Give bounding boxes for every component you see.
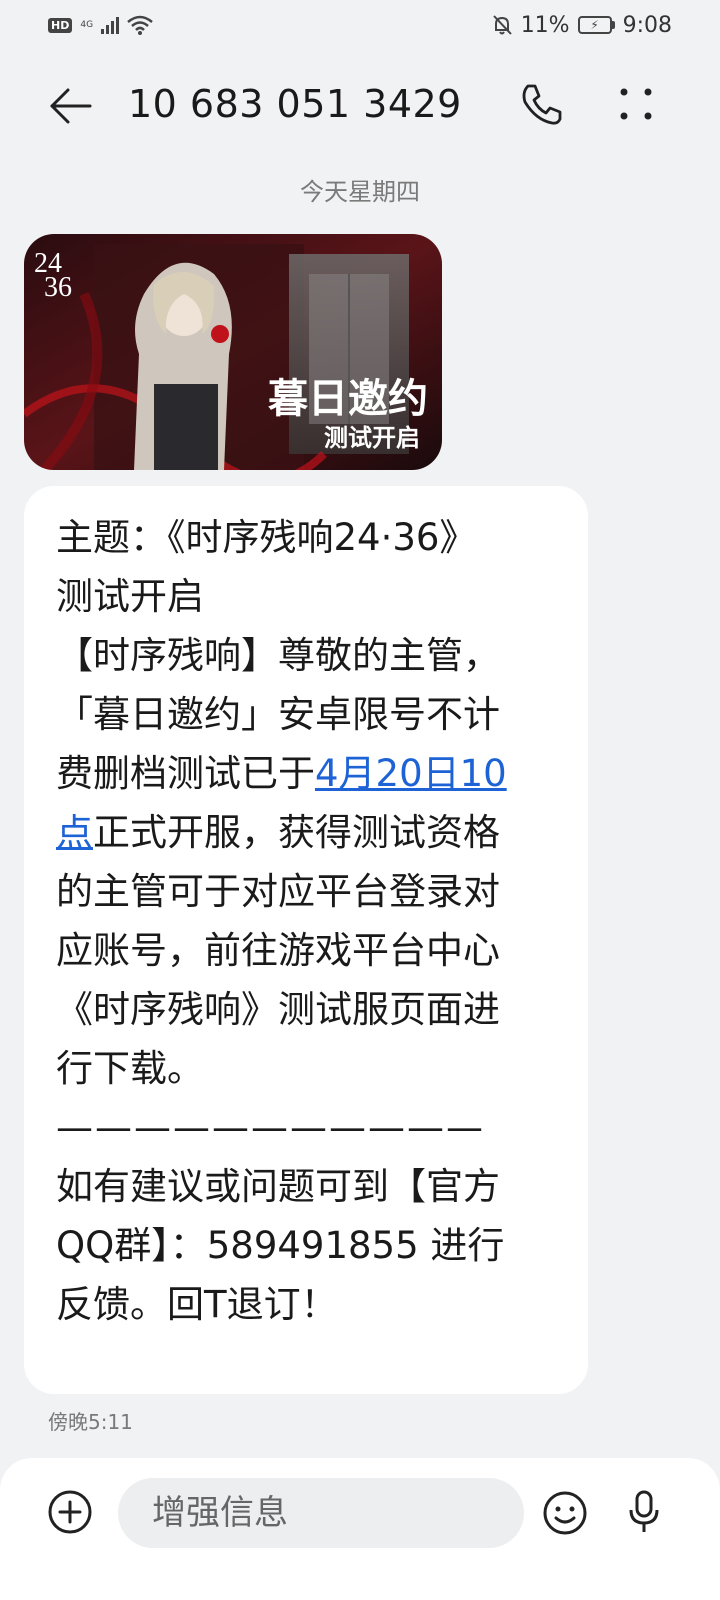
- message-bubble[interactable]: 主题：《时序残响24·36》 测试开启 【时序残响】尊敬的主管， 「暮日邀约」安…: [24, 486, 588, 1394]
- status-left: HD 4G: [48, 15, 153, 35]
- battery-icon: ⚡: [577, 16, 615, 34]
- divider-line: ———————————: [56, 1106, 485, 1149]
- status-right: 11% ⚡ 9:08: [491, 13, 672, 38]
- call-button[interactable]: [516, 78, 568, 130]
- phone-icon: [522, 84, 562, 125]
- message-line-with-link: 费删档测试已于4月20日10: [56, 744, 558, 803]
- message-input[interactable]: [152, 1493, 524, 1533]
- wifi-icon: [127, 15, 153, 35]
- signal-icon: [101, 16, 120, 34]
- contact-number: 10 683 051 3429: [128, 82, 462, 126]
- microphone-icon: [629, 1490, 659, 1532]
- message-line: 如有建议或问题可到【官方: [56, 1165, 500, 1208]
- message-line: 的主管可于对应平台登录对: [56, 870, 500, 913]
- more-options-button[interactable]: [612, 78, 660, 130]
- logo-bottom-text: 36: [44, 272, 72, 303]
- message-text-segment: 费删档测试已于: [56, 752, 315, 795]
- back-arrow-icon: [50, 88, 92, 124]
- plus-circle-icon: [48, 1490, 92, 1534]
- message-line-with-link: 点正式开服，获得测试资格: [56, 803, 558, 862]
- message-text-segment: 正式开服，获得测试资格: [93, 811, 500, 854]
- emoji-button[interactable]: [542, 1490, 588, 1536]
- smiley-icon: [543, 1491, 587, 1535]
- network-label: 4G: [80, 19, 94, 30]
- message-text: 主题：《时序残响24·36》 测试开启 【时序残响】尊敬的主管， 「暮日邀约」安…: [56, 508, 558, 1334]
- battery-charging-icon: ⚡: [577, 16, 612, 34]
- message-line: 【时序残响】尊敬的主管，: [56, 634, 500, 677]
- message-composer: [0, 1458, 720, 1600]
- add-attachment-button[interactable]: [46, 1488, 94, 1536]
- hd-badge: HD: [48, 17, 73, 33]
- message-line: 《时序残响》测试服页面进: [56, 988, 500, 1031]
- message-line: 反馈。回T退订！: [56, 1283, 338, 1326]
- image-message[interactable]: 24 36 暮日邀约 测试开启: [24, 234, 442, 470]
- more-dots-icon: [620, 88, 652, 120]
- message-line: QQ群】：589491855 进行: [56, 1224, 505, 1267]
- date-separator: 今天星期四: [300, 178, 420, 206]
- voice-input-button[interactable]: [624, 1488, 664, 1536]
- network-type: 4G: [80, 19, 94, 30]
- message-input-container[interactable]: [118, 1478, 524, 1548]
- message-line: 行下载。: [56, 1047, 204, 1090]
- status-bar: HD 4G 11% ⚡ 9:08: [0, 0, 720, 50]
- date-link-continued[interactable]: 点: [56, 811, 93, 854]
- promo-image: 24 36 暮日邀约 测试开启: [24, 234, 442, 470]
- clock: 9:08: [622, 12, 672, 38]
- image-headline: 暮日邀约: [268, 375, 428, 422]
- message-line: 应账号，前往游戏平台中心: [56, 929, 500, 972]
- conversation-header: 10 683 051 3429: [0, 56, 720, 152]
- date-link[interactable]: 4月20日10: [315, 752, 507, 795]
- battery-percent: 11%: [520, 12, 570, 38]
- message-line: 主题：《时序残响24·36》: [56, 516, 477, 559]
- image-subheadline: 测试开启: [324, 423, 420, 452]
- message-line: 测试开启: [56, 575, 204, 618]
- mute-bell-icon: [492, 15, 512, 35]
- back-button[interactable]: [44, 80, 96, 132]
- message-timestamp: 傍晚5:11: [48, 1410, 133, 1434]
- message-line: 「暮日邀约」安卓限号不计: [56, 693, 500, 736]
